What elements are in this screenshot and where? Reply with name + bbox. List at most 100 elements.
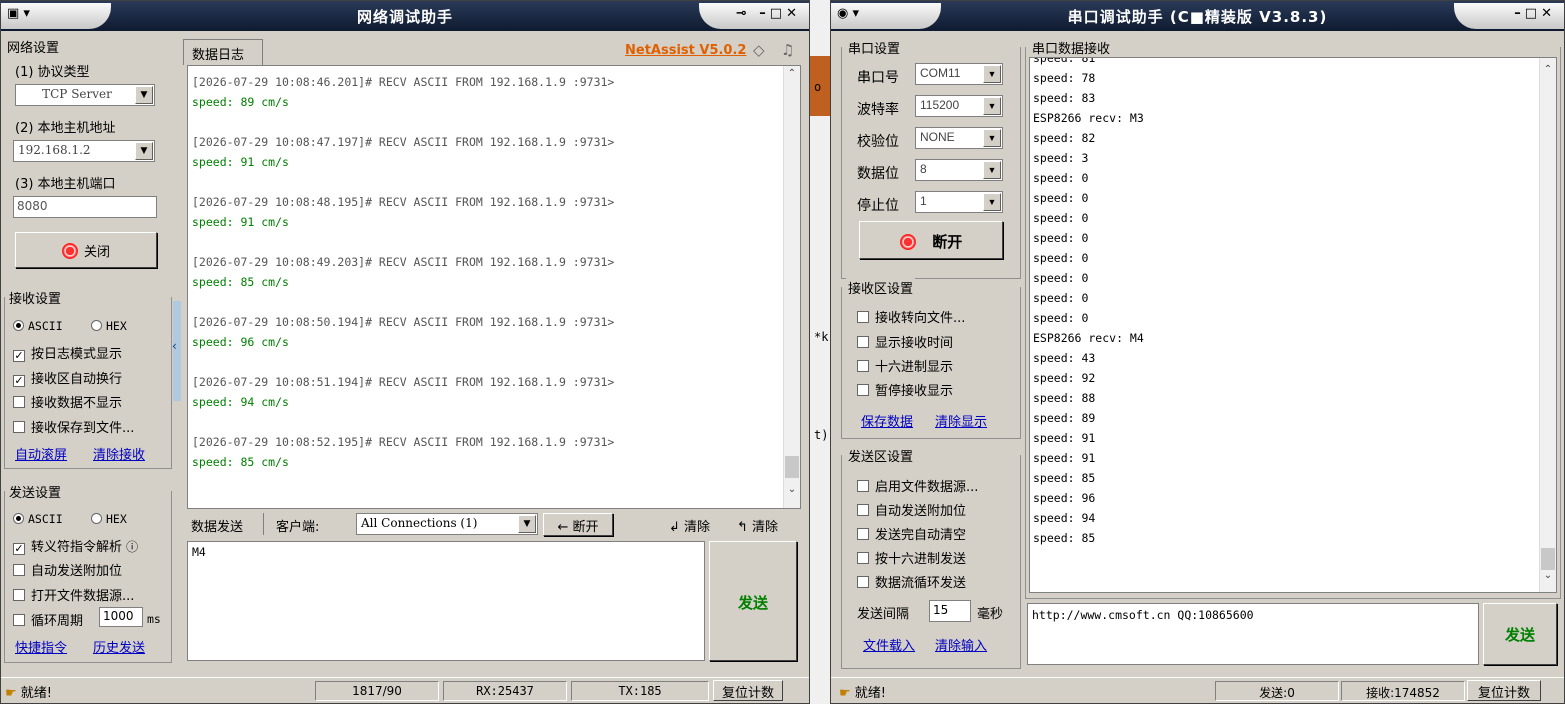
pin-icon[interactable]: ⊸ [736,6,751,21]
close-icon[interactable]: ✕ [1541,6,1556,21]
title-bar[interactable]: ◉ ▾ 串口调试助手 (C■精装版 V3.8.3) –□✕ [831,1,1564,31]
recv-data-pane[interactable]: speed: 81 speed: 78 speed: 83 ESP8266 recv:… [1029,57,1557,593]
clear-input-link[interactable]: 清除输入 [935,635,987,654]
checkbox-auto-clear[interactable]: 发送完自动清空 [857,524,966,543]
checkbox-hex-display[interactable]: 十六进制显示 [857,356,953,375]
send-button[interactable]: 发送 [1483,603,1557,665]
send-textarea[interactable]: M4 [187,541,705,661]
checkbox-icon [13,589,25,601]
bell-icon[interactable]: ♫ [781,41,794,59]
radio-ascii-send[interactable]: ASCII [13,512,63,527]
cycle-input[interactable]: 1000 [99,607,143,627]
clear-display-link[interactable]: 清除显示 [935,411,987,430]
checkbox-log-mode[interactable]: ✓ 按日志模式显示 [13,343,122,362]
checkbox-loop-send[interactable]: 数据流循环发送 [857,572,966,591]
checkbox-icon [857,480,869,492]
chevron-down-icon: ▼ [983,193,1001,211]
diamond-icon[interactable]: ◇ [753,41,765,59]
scroll-up-icon[interactable]: ⌃ [1540,64,1556,80]
scroll-thumb[interactable] [785,456,799,478]
maximize-icon[interactable]: □ [1525,6,1541,21]
host-label: (2) 本地主机地址 [15,121,116,136]
host-select[interactable]: 192.168.1.2 ▼ [13,140,155,162]
log-entry-header: [2026-07-29 10:08:51.194]# RECV ASCII FR… [192,375,615,389]
port-input[interactable]: 8080 [13,196,157,218]
checkbox-cycle[interactable]: 循环周期 [13,610,83,629]
databits-label: 数据位 [857,166,899,182]
load-file-link[interactable]: 文件载入 [863,635,915,654]
open-close-port-button[interactable]: 断开 [859,221,1003,259]
port-group-label: 串口设置 [846,38,903,57]
baud-select[interactable]: 115200 ▼ [915,95,1003,117]
log-scrollbar[interactable]: ⌃ ⌄ [783,66,800,508]
window-controls[interactable]: –□✕ [1454,3,1564,29]
title-bar[interactable]: ▣ ▾ 网络调试助手 ⊸ –□✕ [1,1,809,31]
checkbox-auto-append[interactable]: 自动发送附加位 [13,560,122,579]
shortcut-link[interactable]: 快捷指令 [15,637,67,656]
checkbox-pause[interactable]: 暂停接收显示 [857,380,953,399]
checkbox-auto-append[interactable]: 自动发送附加位 [857,500,966,519]
auto-scroll-link[interactable]: 自动滚屏 [15,444,67,463]
checkbox-escape-parse[interactable]: ✓ 转义符指令解析 ⓘ [13,536,138,555]
protocol-select[interactable]: TCP Server ▼ [15,84,155,106]
ready-text: 就绪! [854,686,887,701]
save-data-link[interactable]: 保存数据 [861,411,913,430]
port-label: (3) 本地主机端口 [15,177,116,192]
log-entry-header: [2026-07-29 10:08:48.195]# RECV ASCII FR… [192,195,615,209]
tab-data-log[interactable]: 数据日志 [183,39,263,65]
checkbox-open-file[interactable]: 打开文件数据源... [13,585,134,604]
client-select[interactable]: All Connections (1) ▼ [356,513,538,535]
minimize-icon[interactable]: – [1514,6,1525,21]
radio-hex-recv[interactable]: HEX [91,319,127,334]
disconnect-button[interactable]: ← 断开 [543,513,613,536]
reset-count-button[interactable]: 复位计数 [1467,680,1541,701]
clear-send-button[interactable]: ↲ 清除 [669,516,710,535]
clear-recv-link[interactable]: 清除接收 [93,444,145,463]
maximize-icon[interactable]: □ [770,6,786,21]
checkbox-hex-send[interactable]: 按十六进制发送 [857,548,966,567]
scroll-thumb[interactable] [1541,548,1555,570]
minimize-icon[interactable]: – [759,6,770,21]
clear-label: 清除 [684,520,711,535]
stopbits-value: 1 [920,194,927,208]
checkbox-save-file[interactable]: 接收保存到文件... [13,417,134,436]
radio-ascii-recv[interactable]: ASCII [13,319,63,334]
info-icon[interactable]: ⓘ [126,540,138,554]
tab-data-send[interactable]: 数据发送 [191,516,243,535]
recv-scrollbar[interactable]: ⌃ ⌄ [1539,58,1556,592]
checkbox-recv-to-file[interactable]: 接收转向文件... [857,307,965,326]
port-select[interactable]: COM11 ▼ [915,63,1003,85]
close-connection-button[interactable]: 关闭 [15,232,157,268]
chevron-down-icon: ▼ [135,86,153,104]
reset-count-button[interactable]: 复位计数 [713,680,783,701]
checkbox-file-source[interactable]: 启用文件数据源... [857,476,978,495]
clear-all-button[interactable]: ↰ 清除 [737,516,778,535]
databits-select[interactable]: 8 ▼ [915,159,1003,181]
log-entry-body: speed: 89 cm/s [192,95,289,109]
close-icon[interactable]: ✕ [786,6,801,21]
parity-select[interactable]: NONE ▼ [915,127,1003,149]
checkbox-auto-wrap[interactable]: ✓ 接收区自动换行 [13,368,122,387]
send-button[interactable]: 发送 [709,541,797,661]
log-entry-body: speed: 91 cm/s [192,155,289,169]
radio-icon [91,513,102,524]
radio-hex-send[interactable]: HEX [91,512,127,527]
status-bar: ☛ 就绪! 发送:0 接收:174852 复位计数 [831,677,1564,703]
interval-input[interactable]: 15 [929,600,971,622]
serial-window: ◉ ▾ 串口调试助手 (C■精装版 V3.8.3) –□✕ 串口设置 断开 接收… [830,0,1565,704]
brand-link[interactable]: NetAssist V5.0.2 [625,43,746,58]
history-link[interactable]: 历史发送 [93,637,145,656]
stopbits-select[interactable]: 1 ▼ [915,191,1003,213]
window-controls[interactable]: ⊸ –□✕ [699,3,809,29]
recv-line: speed: 0 [1033,231,1089,245]
scroll-down-icon[interactable]: ⌄ [1540,570,1556,586]
checkbox-label: 按十六进制发送 [875,552,967,567]
panel-collapse-handle[interactable]: ‹ [172,301,181,401]
send-textarea[interactable]: http://www.cmsoft.cn QQ:10865600 [1027,603,1479,665]
log-pane[interactable]: [2026-07-29 10:08:46.201]# RECV ASCII FR… [187,65,801,509]
scroll-up-icon[interactable]: ⌃ [784,68,800,84]
scroll-down-icon[interactable]: ⌄ [784,484,800,500]
recv-lines: speed: 81 speed: 78 speed: 83 ESP8266 recv:… [1033,58,1536,548]
checkbox-no-display[interactable]: 接收数据不显示 [13,392,122,411]
checkbox-show-time[interactable]: 显示接收时间 [857,332,953,351]
